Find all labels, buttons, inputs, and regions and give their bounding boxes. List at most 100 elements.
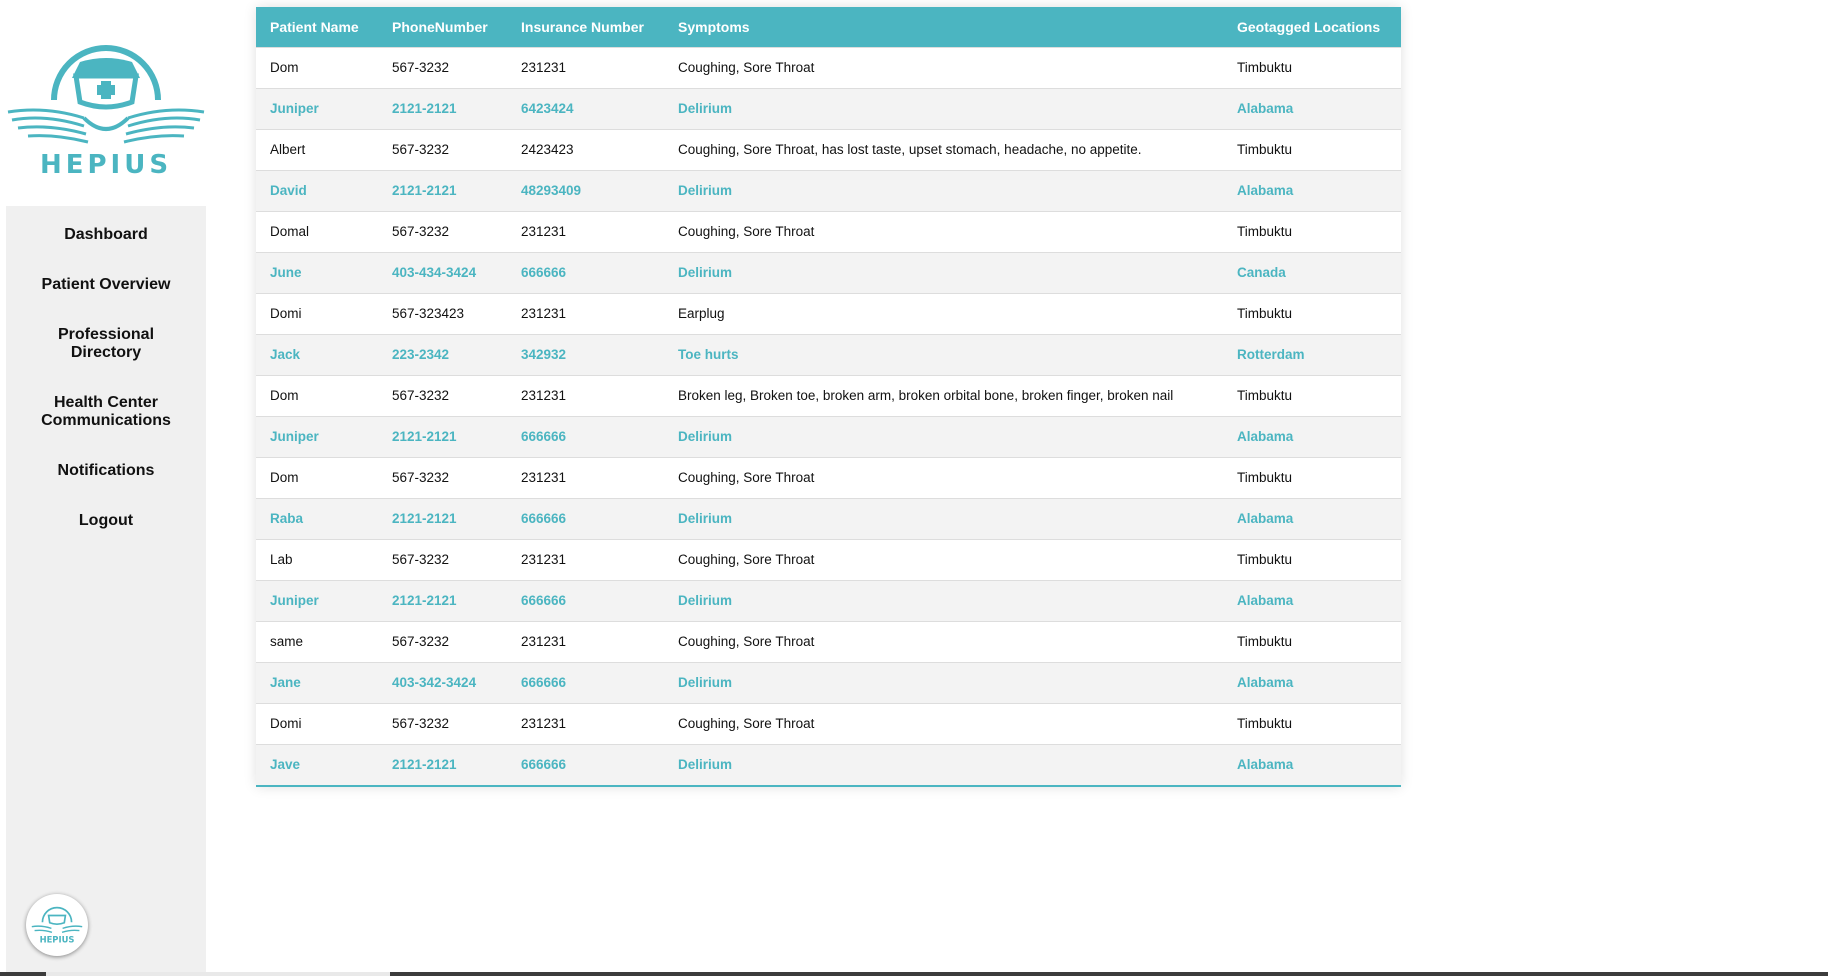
table-row[interactable]: Juniper 2121-2121 6423424 Delirium Alabama bbox=[256, 87, 1401, 129]
table-row[interactable]: Albert 567-3232 2423423 Coughing, Sore Thro… bbox=[256, 128, 1401, 170]
phone-number-cell: 567-3232 bbox=[378, 620, 507, 662]
column-header-symptoms[interactable]: Symptoms bbox=[664, 7, 1223, 47]
location-cell: Alabama bbox=[1223, 579, 1401, 621]
patient-name-cell: Dom bbox=[256, 46, 378, 88]
location-cell: Alabama bbox=[1223, 497, 1401, 539]
location-cell: Timbuktu bbox=[1223, 538, 1401, 580]
column-header-geotagged-locations[interactable]: Geotagged Locations bbox=[1223, 7, 1401, 47]
table-row[interactable]: Domal 567-3232 231231 Coughing, Sore Throat… bbox=[256, 210, 1401, 252]
patient-name-cell: Domi bbox=[256, 702, 378, 744]
avatar-brand-name: HEPIUS bbox=[40, 934, 75, 944]
patient-name-cell: Juniper bbox=[256, 415, 378, 457]
phone-number-cell: 403-342-3424 bbox=[378, 661, 507, 703]
patient-name-cell: Jave bbox=[256, 743, 378, 785]
patient-name-cell: Albert bbox=[256, 128, 378, 170]
symptoms-cell: Coughing, Sore Throat bbox=[664, 538, 1223, 580]
patient-name-cell: Dom bbox=[256, 374, 378, 416]
location-cell: Alabama bbox=[1223, 743, 1401, 785]
symptoms-cell: Coughing, Sore Throat bbox=[664, 210, 1223, 252]
location-cell: Rotterdam bbox=[1223, 333, 1401, 375]
horizontal-scrollbar[interactable] bbox=[0, 972, 1828, 976]
phone-number-cell: 2121-2121 bbox=[378, 497, 507, 539]
table-row[interactable]: Juniper 2121-2121 666666 Delirium Alabama bbox=[256, 579, 1401, 621]
phone-number-cell: 567-3232 bbox=[378, 374, 507, 416]
insurance-number-cell: 666666 bbox=[507, 251, 664, 293]
table-row[interactable]: Raba 2121-2121 666666 Delirium Alabama bbox=[256, 497, 1401, 539]
sidebar-item-notifications[interactable]: Notifications bbox=[6, 462, 206, 480]
patient-name-cell: Dom bbox=[256, 456, 378, 498]
patient-name-cell: Lab bbox=[256, 538, 378, 580]
patient-name-cell: David bbox=[256, 169, 378, 211]
sidebar-item-health-center-communications[interactable]: Health Center Communications bbox=[6, 394, 206, 430]
location-cell: Timbuktu bbox=[1223, 702, 1401, 744]
insurance-number-cell: 6423424 bbox=[507, 87, 664, 129]
insurance-number-cell: 231231 bbox=[507, 210, 664, 252]
patient-table-body: Dom 567-3232 231231 Coughing, Sore Throat Ti… bbox=[256, 46, 1401, 785]
location-cell: Alabama bbox=[1223, 415, 1401, 457]
insurance-number-cell: 231231 bbox=[507, 374, 664, 416]
table-row[interactable]: Domi 567-3232 231231 Coughing, Sore Throat T… bbox=[256, 702, 1401, 744]
table-row[interactable]: Jane 403-342-3424 666666 Delirium Alabama bbox=[256, 661, 1401, 703]
table-row[interactable]: same 567-3232 231231 Coughing, Sore Throat T… bbox=[256, 620, 1401, 662]
symptoms-cell: Delirium bbox=[664, 169, 1223, 211]
table-row[interactable]: David 2121-2121 48293409 Delirium Alabama bbox=[256, 169, 1401, 211]
insurance-number-cell: 666666 bbox=[507, 415, 664, 457]
insurance-number-cell: 231231 bbox=[507, 456, 664, 498]
patient-name-cell: Jack bbox=[256, 333, 378, 375]
table-row[interactable]: June 403-434-3424 666666 Delirium Canada bbox=[256, 251, 1401, 293]
column-header-insurance-number[interactable]: Insurance Number bbox=[507, 7, 664, 47]
column-header-patient-name[interactable]: Patient Name bbox=[256, 7, 378, 47]
patient-name-cell: June bbox=[256, 251, 378, 293]
location-cell: Canada bbox=[1223, 251, 1401, 293]
table-row[interactable]: Lab 567-3232 231231 Coughing, Sore Throat Ti… bbox=[256, 538, 1401, 580]
table-row[interactable]: Jack 223-2342 342932 Toe hurts Rotterdam bbox=[256, 333, 1401, 375]
phone-number-cell: 223-2342 bbox=[378, 333, 507, 375]
table-row[interactable]: Dom 567-3232 231231 Coughing, Sore Throat Ti… bbox=[256, 46, 1401, 88]
location-cell: Timbuktu bbox=[1223, 456, 1401, 498]
column-header-phone-number[interactable]: PhoneNumber bbox=[378, 7, 507, 47]
location-cell: Alabama bbox=[1223, 661, 1401, 703]
patient-name-cell: Juniper bbox=[256, 579, 378, 621]
table-row[interactable]: Juniper 2121-2121 666666 Delirium Alabama bbox=[256, 415, 1401, 457]
hepius-avatar-icon: HEPIUS bbox=[31, 906, 83, 944]
symptoms-cell: Broken leg, Broken toe, broken arm, brok… bbox=[664, 374, 1223, 416]
location-cell: Timbuktu bbox=[1223, 210, 1401, 252]
location-cell: Timbuktu bbox=[1223, 620, 1401, 662]
table-row[interactable]: Jave 2121-2121 666666 Delirium Alabama bbox=[256, 743, 1401, 785]
sidebar-item-logout[interactable]: Logout bbox=[6, 512, 206, 530]
phone-number-cell: 403-434-3424 bbox=[378, 251, 507, 293]
insurance-number-cell: 342932 bbox=[507, 333, 664, 375]
phone-number-cell: 567-3232 bbox=[378, 210, 507, 252]
sidebar-item-professional-directory[interactable]: Professional Directory bbox=[6, 326, 206, 362]
patient-name-cell: Jane bbox=[256, 661, 378, 703]
scrollbar-thumb[interactable] bbox=[46, 972, 390, 976]
symptoms-cell: Delirium bbox=[664, 497, 1223, 539]
insurance-number-cell: 231231 bbox=[507, 702, 664, 744]
patient-name-cell: Domal bbox=[256, 210, 378, 252]
symptoms-cell: Coughing, Sore Throat bbox=[664, 456, 1223, 498]
insurance-number-cell: 231231 bbox=[507, 292, 664, 334]
table-row[interactable]: Dom 567-3232 231231 Coughing, Sore Throat Ti… bbox=[256, 456, 1401, 498]
phone-number-cell: 2121-2121 bbox=[378, 579, 507, 621]
table-row[interactable]: Dom 567-3232 231231 Broken leg, Broken toe,… bbox=[256, 374, 1401, 416]
patient-table: Patient Name PhoneNumber Insurance Numbe… bbox=[256, 7, 1401, 785]
insurance-number-cell: 231231 bbox=[507, 46, 664, 88]
avatar[interactable]: HEPIUS bbox=[26, 894, 88, 956]
sidebar-item-dashboard[interactable]: Dashboard bbox=[6, 226, 206, 244]
sidebar-item-patient-overview[interactable]: Patient Overview bbox=[6, 276, 206, 294]
phone-number-cell: 567-3232 bbox=[378, 456, 507, 498]
location-cell: Timbuktu bbox=[1223, 292, 1401, 334]
hepius-logo: HEPIUS bbox=[6, 40, 206, 180]
location-cell: Timbuktu bbox=[1223, 128, 1401, 170]
phone-number-cell: 2121-2121 bbox=[378, 415, 507, 457]
phone-number-cell: 567-3232 bbox=[378, 538, 507, 580]
location-cell: Timbuktu bbox=[1223, 46, 1401, 88]
phone-number-cell: 567-323423 bbox=[378, 292, 507, 334]
phone-number-cell: 2121-2121 bbox=[378, 743, 507, 785]
symptoms-cell: Delirium bbox=[664, 579, 1223, 621]
insurance-number-cell: 666666 bbox=[507, 579, 664, 621]
table-row[interactable]: Domi 567-323423 231231 Earplug Timbuktu bbox=[256, 292, 1401, 334]
symptoms-cell: Delirium bbox=[664, 743, 1223, 785]
phone-number-cell: 567-3232 bbox=[378, 702, 507, 744]
symptoms-cell: Delirium bbox=[664, 415, 1223, 457]
